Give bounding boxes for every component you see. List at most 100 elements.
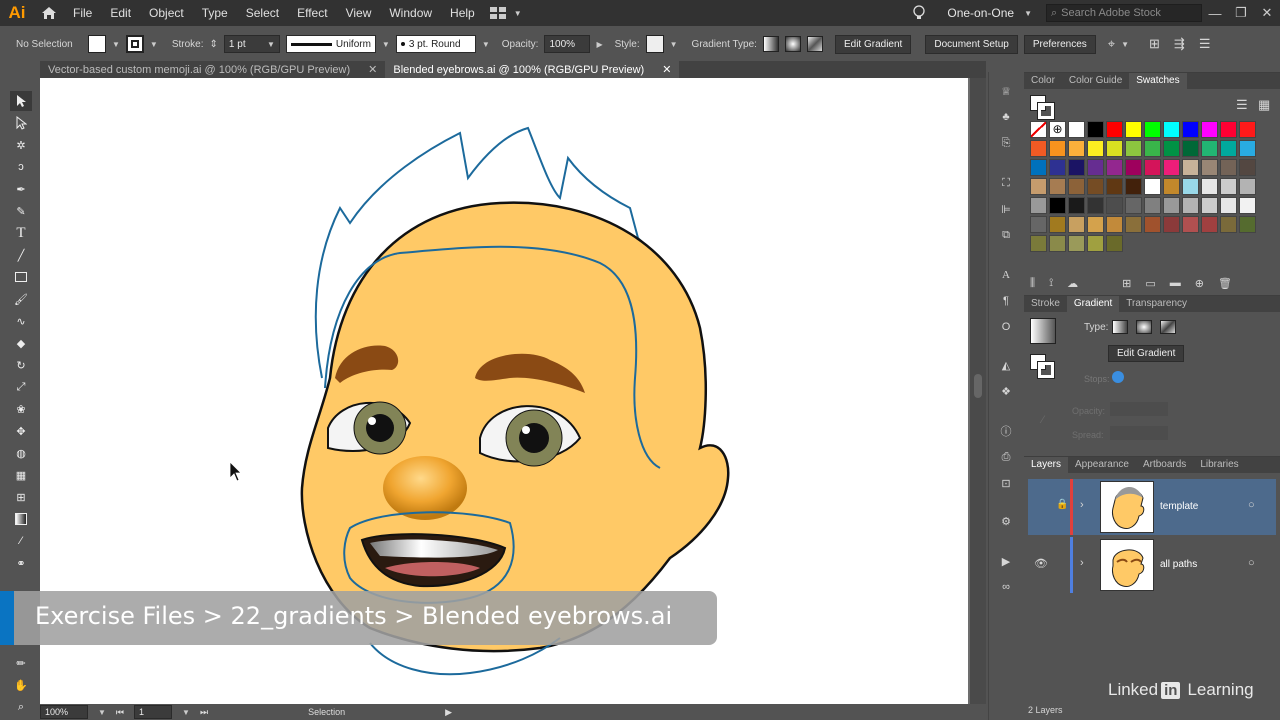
paragraph-icon[interactable]: ¶ bbox=[997, 292, 1015, 310]
home-icon[interactable] bbox=[34, 0, 64, 26]
stroke-weight-field[interactable]: 1 pt ▼ bbox=[223, 35, 280, 53]
swatch[interactable] bbox=[1144, 140, 1161, 157]
swatch[interactable] bbox=[1106, 178, 1123, 195]
swatch[interactable] bbox=[1125, 140, 1142, 157]
rotate-tool-icon[interactable]: ↻ bbox=[10, 355, 32, 375]
tip-icon[interactable]: ♕ bbox=[997, 82, 1015, 100]
layer-row-all-paths[interactable]: 👁 › all paths ○ bbox=[1028, 537, 1276, 593]
menu-help[interactable]: Help bbox=[441, 0, 484, 26]
scroll-thumb[interactable] bbox=[974, 374, 982, 398]
blend-tool-icon[interactable]: ⚭ bbox=[10, 553, 32, 573]
artboard-nav-icon[interactable]: ⏮ bbox=[116, 707, 124, 718]
swatch[interactable] bbox=[1068, 121, 1085, 138]
scale-tool-icon[interactable]: ⤢ bbox=[10, 377, 32, 397]
edit-gradient-panel-button[interactable]: Edit Gradient bbox=[1108, 345, 1185, 362]
linear-gradient-icon[interactable] bbox=[1112, 320, 1128, 334]
swatch[interactable] bbox=[1182, 197, 1199, 214]
actions-play-icon[interactable]: ▶ bbox=[997, 552, 1015, 570]
gradient-tool-icon[interactable] bbox=[10, 509, 32, 529]
edit-gradient-button[interactable]: Edit Gradient bbox=[834, 34, 912, 54]
swatch[interactable] bbox=[1144, 197, 1161, 214]
gradient-fill-stroke[interactable] bbox=[1030, 354, 1056, 380]
swatch[interactable] bbox=[1087, 216, 1104, 233]
tab-transparency[interactable]: Transparency bbox=[1119, 296, 1194, 312]
export-icon[interactable]: ⎘ bbox=[997, 134, 1015, 152]
swatch[interactable] bbox=[1106, 140, 1123, 157]
swatch[interactable] bbox=[1182, 121, 1199, 138]
info-icon[interactable]: ⓘ bbox=[997, 422, 1015, 440]
chevron-down-icon[interactable]: ▼ bbox=[182, 708, 190, 717]
swatch[interactable] bbox=[1049, 159, 1066, 176]
swatch[interactable] bbox=[1220, 159, 1237, 176]
swatch[interactable] bbox=[1125, 216, 1142, 233]
tab-layers[interactable]: Layers bbox=[1024, 457, 1069, 473]
swatch[interactable] bbox=[1182, 140, 1199, 157]
gradient-preview[interactable] bbox=[1030, 318, 1056, 344]
swatch[interactable] bbox=[1125, 178, 1142, 195]
shape-builder-tool-icon[interactable]: ◍ bbox=[10, 443, 32, 463]
swatch[interactable] bbox=[1106, 216, 1123, 233]
swatch[interactable] bbox=[1049, 216, 1066, 233]
swatch[interactable] bbox=[1182, 178, 1199, 195]
eraser-tool-icon[interactable]: ◆ bbox=[10, 333, 32, 353]
swatch[interactable] bbox=[1049, 235, 1066, 252]
target-circle-icon[interactable]: ○ bbox=[1248, 557, 1255, 569]
selection-tool-icon[interactable] bbox=[10, 91, 32, 111]
swatch[interactable] bbox=[1239, 121, 1256, 138]
swatch[interactable] bbox=[1125, 121, 1142, 138]
tab-stroke[interactable]: Stroke bbox=[1024, 296, 1067, 312]
document-info-icon[interactable]: ⎙ bbox=[997, 448, 1015, 466]
menu-object[interactable]: Object bbox=[140, 0, 193, 26]
swatch[interactable] bbox=[1030, 121, 1047, 138]
brush-definition[interactable]: 3 pt. Round bbox=[395, 35, 476, 53]
swatch[interactable] bbox=[1030, 216, 1047, 233]
swatch[interactable] bbox=[1182, 216, 1199, 233]
stock-search-input[interactable]: ⌕ Search Adobe Stock bbox=[1046, 4, 1202, 22]
workspace-switcher[interactable]: One-on-One bbox=[947, 6, 1014, 20]
link-chain-icon[interactable]: ∞ bbox=[997, 578, 1015, 596]
tab-swatches[interactable]: Swatches bbox=[1129, 73, 1187, 89]
swatch[interactable] bbox=[1087, 197, 1104, 214]
expand-arrow-icon[interactable]: › bbox=[1080, 499, 1084, 511]
swatch[interactable] bbox=[1182, 159, 1199, 176]
links-icon[interactable]: ⊡ bbox=[997, 474, 1015, 492]
swatch[interactable] bbox=[1030, 140, 1047, 157]
color-group-icon[interactable]: ▭ bbox=[1145, 277, 1155, 290]
linear-gradient-icon[interactable] bbox=[762, 36, 779, 52]
type-tool-icon[interactable]: T bbox=[10, 223, 32, 243]
radial-gradient-icon[interactable] bbox=[784, 36, 801, 52]
swatch[interactable] bbox=[1125, 159, 1142, 176]
swatch[interactable] bbox=[1144, 178, 1161, 195]
swatch[interactable] bbox=[1087, 178, 1104, 195]
swatch[interactable] bbox=[1163, 216, 1180, 233]
hand-tool-icon[interactable]: ✋ bbox=[10, 675, 32, 695]
chevron-right-icon[interactable]: ▶ bbox=[445, 707, 452, 718]
swatch[interactable] bbox=[1068, 235, 1085, 252]
menu-type[interactable]: Type bbox=[193, 0, 237, 26]
visibility-eye-icon[interactable]: 👁 bbox=[1034, 557, 1048, 570]
swatch[interactable] bbox=[1163, 121, 1180, 138]
magic-wand-tool-icon[interactable]: ✲ bbox=[10, 135, 32, 155]
swatch[interactable] bbox=[1068, 159, 1085, 176]
swatch[interactable] bbox=[1144, 159, 1161, 176]
lasso-tool-icon[interactable]: ↄ bbox=[10, 157, 32, 177]
pencil-tool-icon[interactable]: ✏ bbox=[10, 653, 32, 673]
swatch[interactable] bbox=[1163, 197, 1180, 214]
menu-edit[interactable]: Edit bbox=[101, 0, 140, 26]
swatch[interactable] bbox=[1068, 216, 1085, 233]
stroke-stepper-icon[interactable]: ⇕ bbox=[210, 39, 218, 50]
chevron-down-icon[interactable]: ▼ bbox=[1121, 40, 1129, 49]
new-swatch-icon[interactable]: ⊕ bbox=[1195, 277, 1204, 290]
artboard-next-icon[interactable]: ⏭ bbox=[200, 707, 208, 718]
tab-artboards[interactable]: Artboards bbox=[1136, 457, 1193, 473]
paintbrush-tool-icon[interactable]: 🖌 bbox=[10, 289, 32, 309]
menu-select[interactable]: Select bbox=[237, 0, 288, 26]
target-circle-icon[interactable]: ○ bbox=[1248, 499, 1255, 511]
lightbulb-icon[interactable] bbox=[907, 5, 931, 21]
swatch[interactable] bbox=[1239, 216, 1256, 233]
document-setup-button[interactable]: Document Setup bbox=[925, 34, 1018, 54]
swatch[interactable] bbox=[1049, 197, 1066, 214]
symbols-icon[interactable]: ♣ bbox=[997, 108, 1015, 126]
swatch[interactable] bbox=[1030, 178, 1047, 195]
perspective-grid-tool-icon[interactable]: ▦ bbox=[10, 465, 32, 485]
